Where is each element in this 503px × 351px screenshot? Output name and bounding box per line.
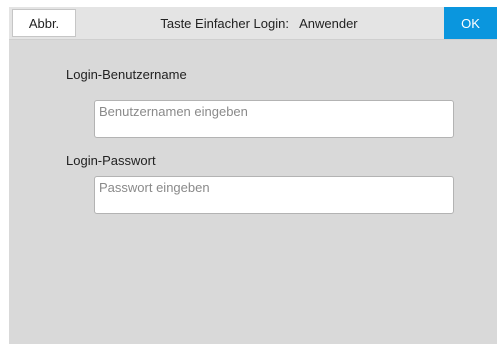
dialog-header: Abbr. Taste Einfacher Login: Anwender OK	[9, 7, 497, 40]
password-label: Login-Passwort	[66, 153, 156, 168]
dialog-title: Taste Einfacher Login: Anwender	[160, 15, 358, 31]
username-label: Login-Benutzername	[66, 67, 187, 82]
login-dialog: Abbr. Taste Einfacher Login: Anwender OK…	[9, 7, 497, 344]
password-field[interactable]: Passwort eingeben	[94, 176, 454, 214]
password-placeholder: Passwort eingeben	[99, 180, 210, 195]
ok-button[interactable]: OK	[444, 7, 497, 39]
cancel-button[interactable]: Abbr.	[12, 9, 76, 37]
username-placeholder: Benutzernamen eingeben	[99, 104, 248, 119]
username-field[interactable]: Benutzernamen eingeben	[94, 100, 454, 138]
